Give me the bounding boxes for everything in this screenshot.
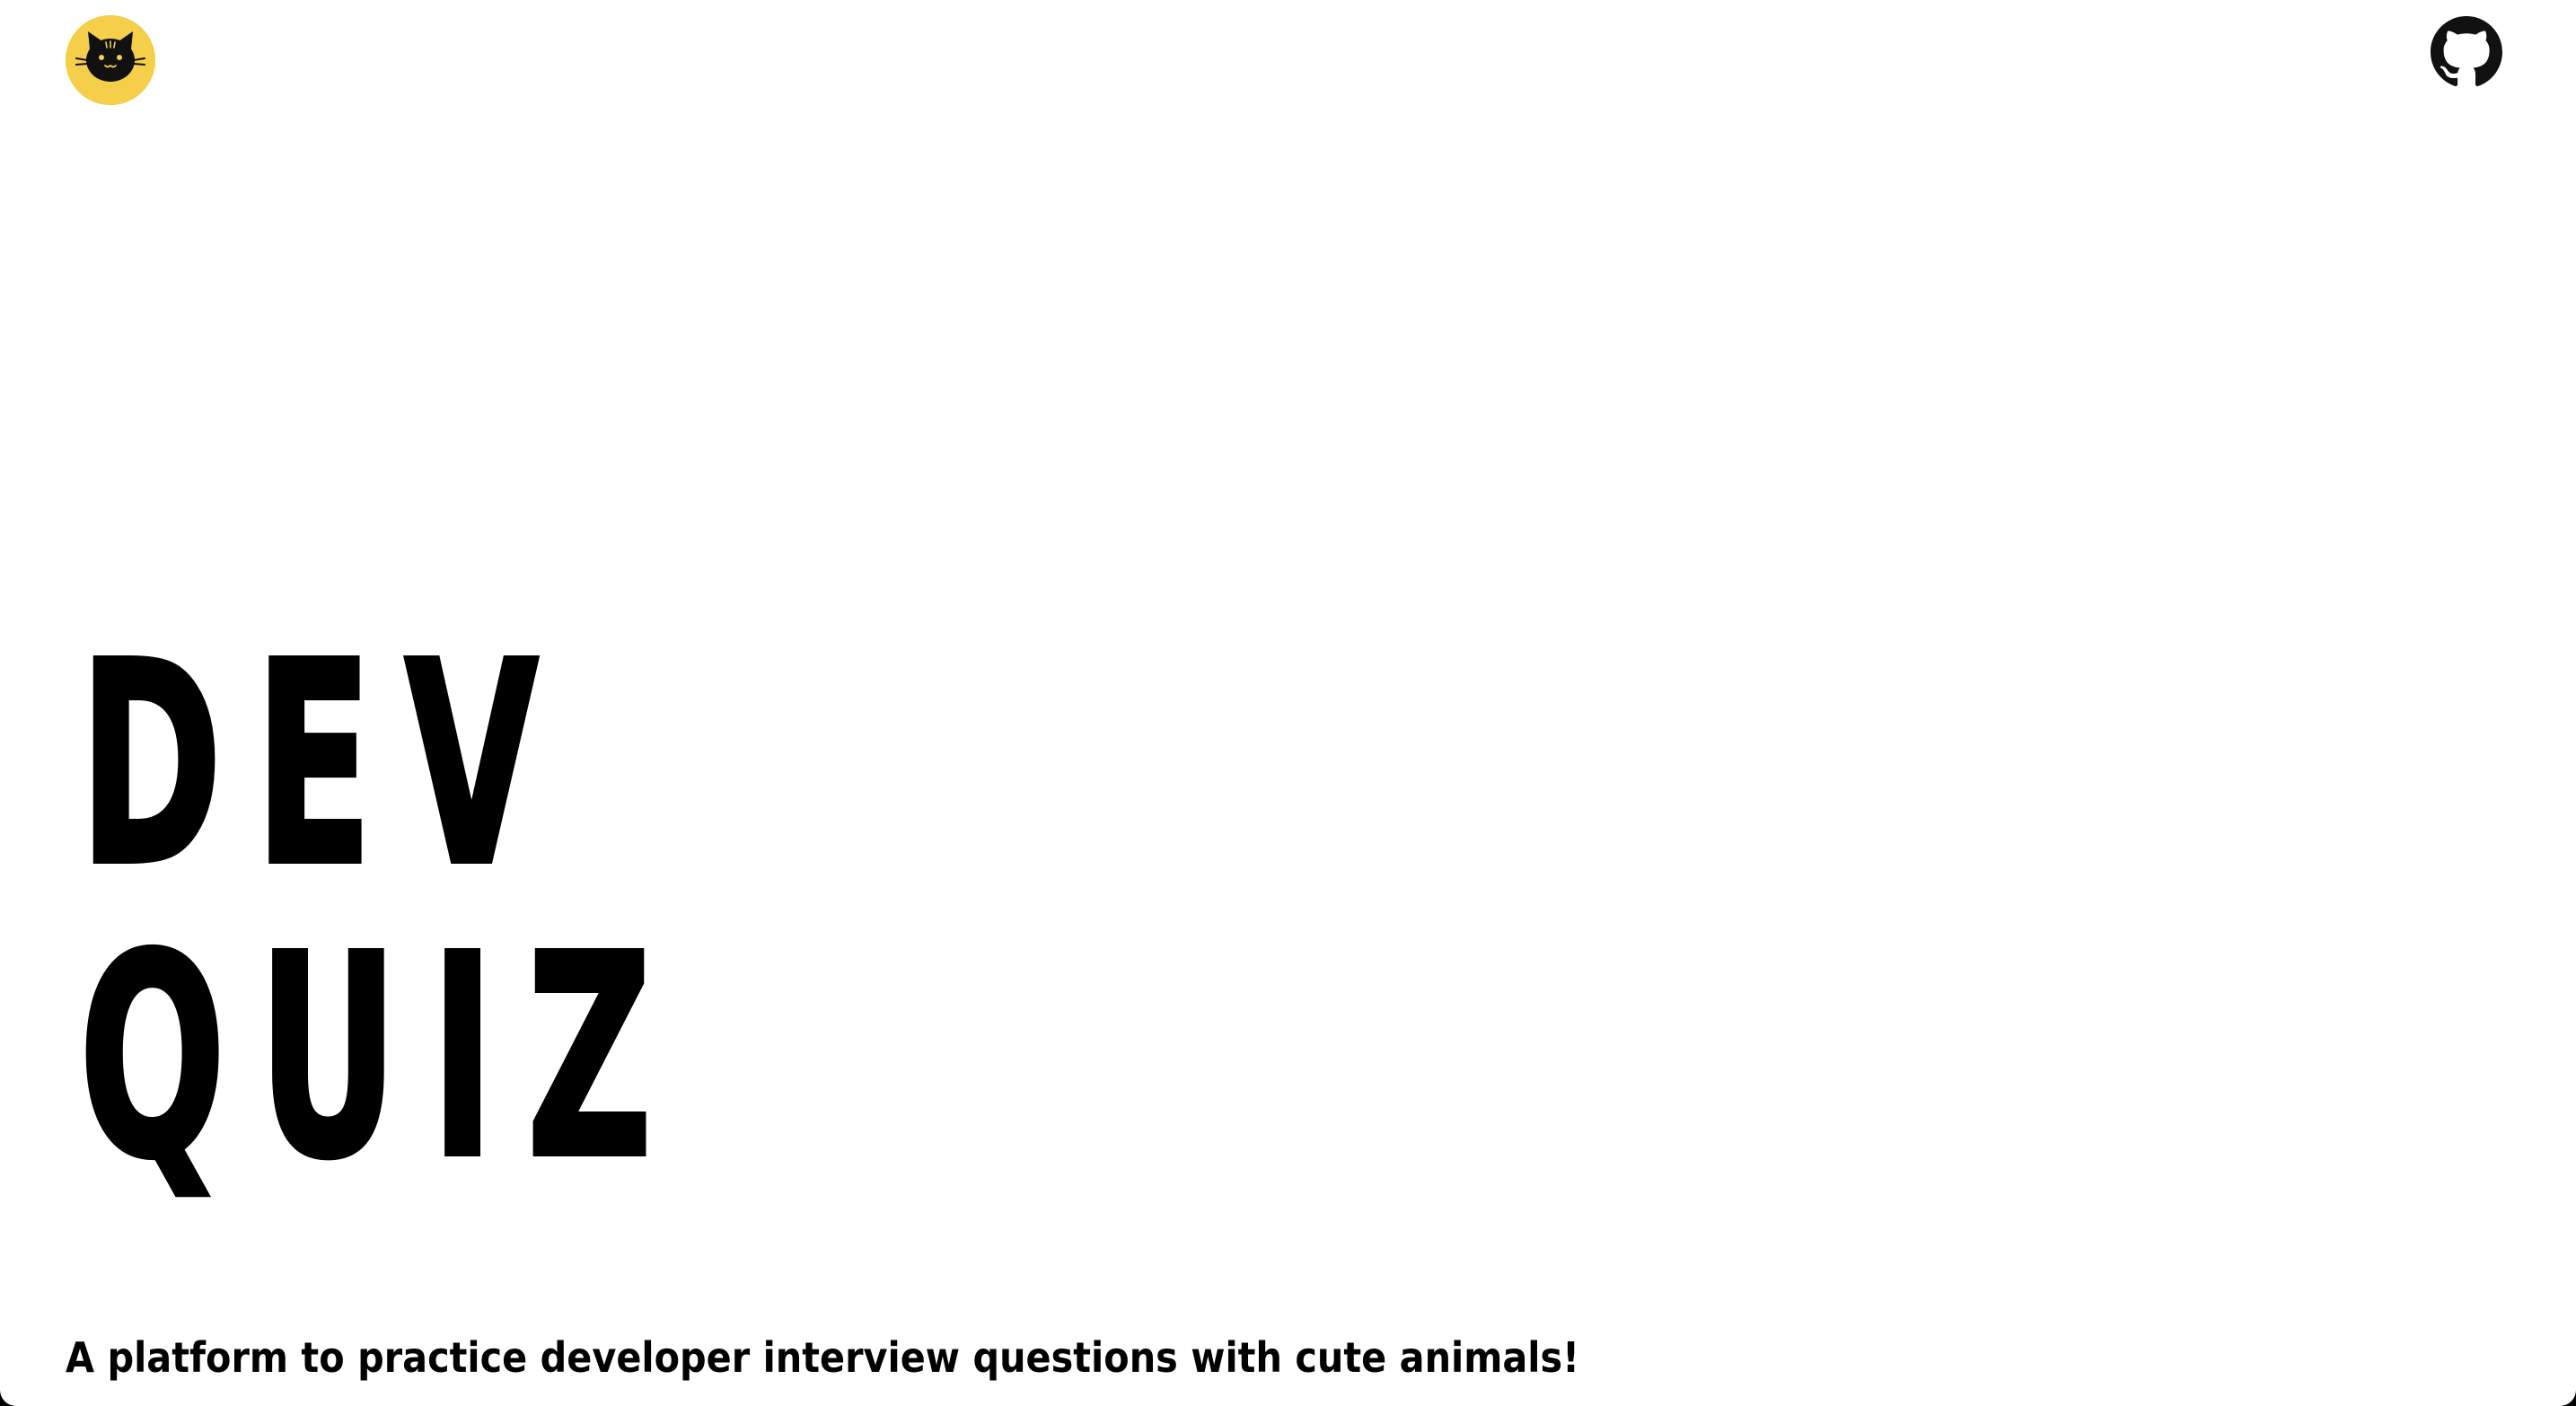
tagline: A platform to practice developer intervi… [66,1333,1580,1382]
github-link[interactable] [2431,16,2502,88]
hero-title: DEV QUIZ [77,603,685,1220]
page: DEV QUIZ A platform to practice develope… [0,0,2576,1406]
hero-title-line-2: QUIZ [77,896,685,1220]
logo-button[interactable] [66,15,155,105]
github-icon [2431,16,2502,87]
cat-face-icon [66,15,155,105]
hero-title-line-1: DEV [77,603,571,927]
